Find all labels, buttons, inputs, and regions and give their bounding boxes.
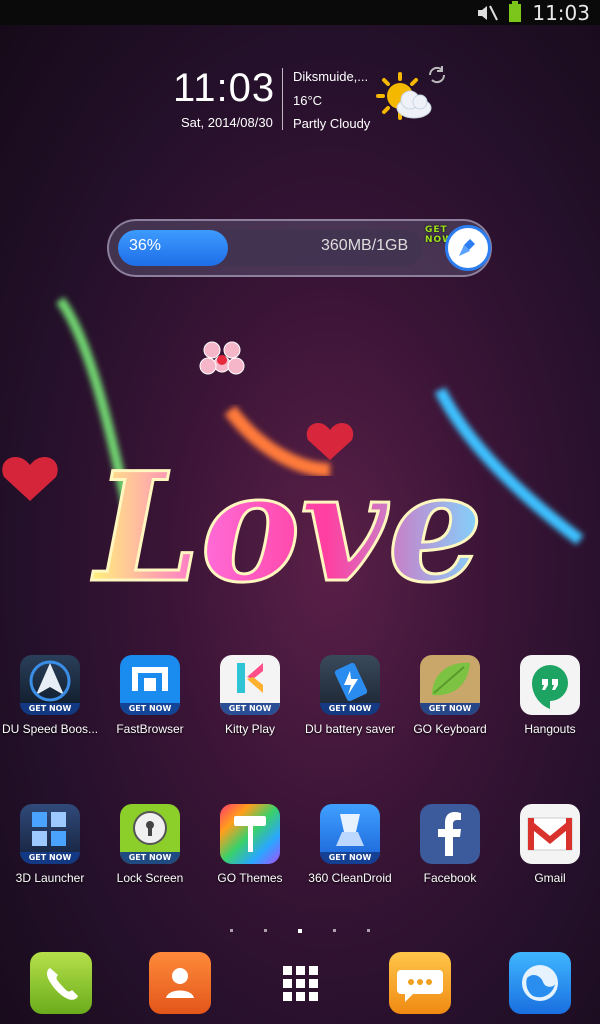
page-dot xyxy=(367,929,370,932)
du-speed-booster-icon: GET NOW xyxy=(20,655,80,715)
app-label: Facebook xyxy=(423,871,477,885)
app-label: FastBrowser xyxy=(116,722,184,736)
3d-launcher-icon: GET NOW xyxy=(20,804,80,864)
battery-icon xyxy=(504,0,526,23)
facebook-icon xyxy=(420,804,480,864)
get-now-badge: GET NOW xyxy=(120,703,180,715)
get-now-badge: GET NOW xyxy=(320,703,380,715)
page-dot xyxy=(264,929,267,932)
memory-booster-widget[interactable]: 36% 360MB/1GB GET NOW xyxy=(107,219,492,277)
app-kitty-play[interactable]: GET NOW Kitty Play xyxy=(200,655,300,755)
kitty-play-icon: GET NOW xyxy=(220,655,280,715)
get-now-badge: GET NOW xyxy=(120,852,180,864)
weather-city: Diksmuide,... xyxy=(293,69,369,84)
phone-icon[interactable] xyxy=(30,952,92,1014)
app-label: 3D Launcher xyxy=(15,871,85,885)
contacts-icon[interactable] xyxy=(149,952,211,1014)
browser-icon[interactable] xyxy=(509,952,571,1014)
fastbrowser-icon: GET NOW xyxy=(120,655,180,715)
clock-time: 11:03 xyxy=(173,66,276,110)
get-now-badge: GET NOW xyxy=(220,703,280,715)
memory-size: 360MB/1GB xyxy=(321,237,409,254)
page-indicator xyxy=(230,929,370,935)
page-dot xyxy=(230,929,233,932)
360-cleandroid-icon: GET NOW xyxy=(320,804,380,864)
weather-condition: Partly Cloudy xyxy=(293,116,371,131)
gmail-icon xyxy=(520,804,580,864)
widget-divider xyxy=(282,68,283,130)
app-lock-screen[interactable]: GET NOW Lock Screen xyxy=(100,804,200,904)
app-label: Kitty Play xyxy=(224,722,275,736)
get-now-badge: GET NOW xyxy=(20,703,80,715)
get-now-badge: GET NOW xyxy=(20,852,80,864)
app-go-themes[interactable]: GO Themes xyxy=(200,804,300,904)
app-3d-launcher[interactable]: GET NOW 3D Launcher xyxy=(0,804,100,904)
app-du-battery-saver[interactable]: GET NOW DU battery saver xyxy=(300,655,400,755)
weather-temperature: 16°C xyxy=(293,93,323,108)
mute-icon xyxy=(476,3,499,23)
boost-button[interactable] xyxy=(445,225,491,271)
clock-date: Sat, 2014/08/30 xyxy=(181,115,273,130)
app-label: GO Keyboard xyxy=(413,722,487,736)
wallpaper-love-art: Love xyxy=(0,280,600,650)
app-label: GO Themes xyxy=(217,871,283,885)
app-facebook[interactable]: Facebook xyxy=(400,804,500,904)
app-label: 360 CleanDroid xyxy=(308,871,392,885)
lock-screen-icon: GET NOW xyxy=(120,804,180,864)
app-du-speed-booster[interactable]: GET NOW DU Speed Boos... xyxy=(0,655,100,755)
page-dot-active xyxy=(298,929,302,933)
broom-icon xyxy=(459,239,475,256)
app-go-keyboard[interactable]: GET NOW GO Keyboard xyxy=(400,655,500,755)
go-themes-icon xyxy=(220,804,280,864)
app-label: Hangouts xyxy=(524,722,576,736)
app-drawer-icon[interactable] xyxy=(269,952,331,1014)
app-label: DU Speed Boos... xyxy=(1,722,99,736)
page-dot xyxy=(333,929,336,932)
app-label: Gmail xyxy=(534,871,566,885)
get-now-badge: GET NOW xyxy=(420,703,480,715)
app-label: DU battery saver xyxy=(304,722,396,736)
status-bar: 11:03 xyxy=(0,0,600,25)
app-label: Lock Screen xyxy=(116,871,184,885)
clock-weather-widget[interactable]: 11:03 Sat, 2014/08/30 Diksmuide,... 16°C… xyxy=(168,62,458,137)
love-text: Love xyxy=(91,440,483,616)
messaging-icon[interactable] xyxy=(389,952,451,1014)
app-360-cleandroid[interactable]: GET NOW 360 CleanDroid xyxy=(300,804,400,904)
refresh-icon[interactable] xyxy=(426,64,448,86)
get-now-badge: GET NOW xyxy=(320,852,380,864)
app-gmail[interactable]: Gmail xyxy=(500,804,600,904)
memory-percent: 36% xyxy=(129,237,162,254)
go-keyboard-icon: GET NOW xyxy=(420,655,480,715)
status-time: 11:03 xyxy=(532,0,590,25)
hangouts-icon xyxy=(520,655,580,715)
app-hangouts[interactable]: Hangouts xyxy=(500,655,600,755)
du-battery-saver-icon: GET NOW xyxy=(320,655,380,715)
app-fastbrowser[interactable]: GET NOW FastBrowser xyxy=(100,655,200,755)
